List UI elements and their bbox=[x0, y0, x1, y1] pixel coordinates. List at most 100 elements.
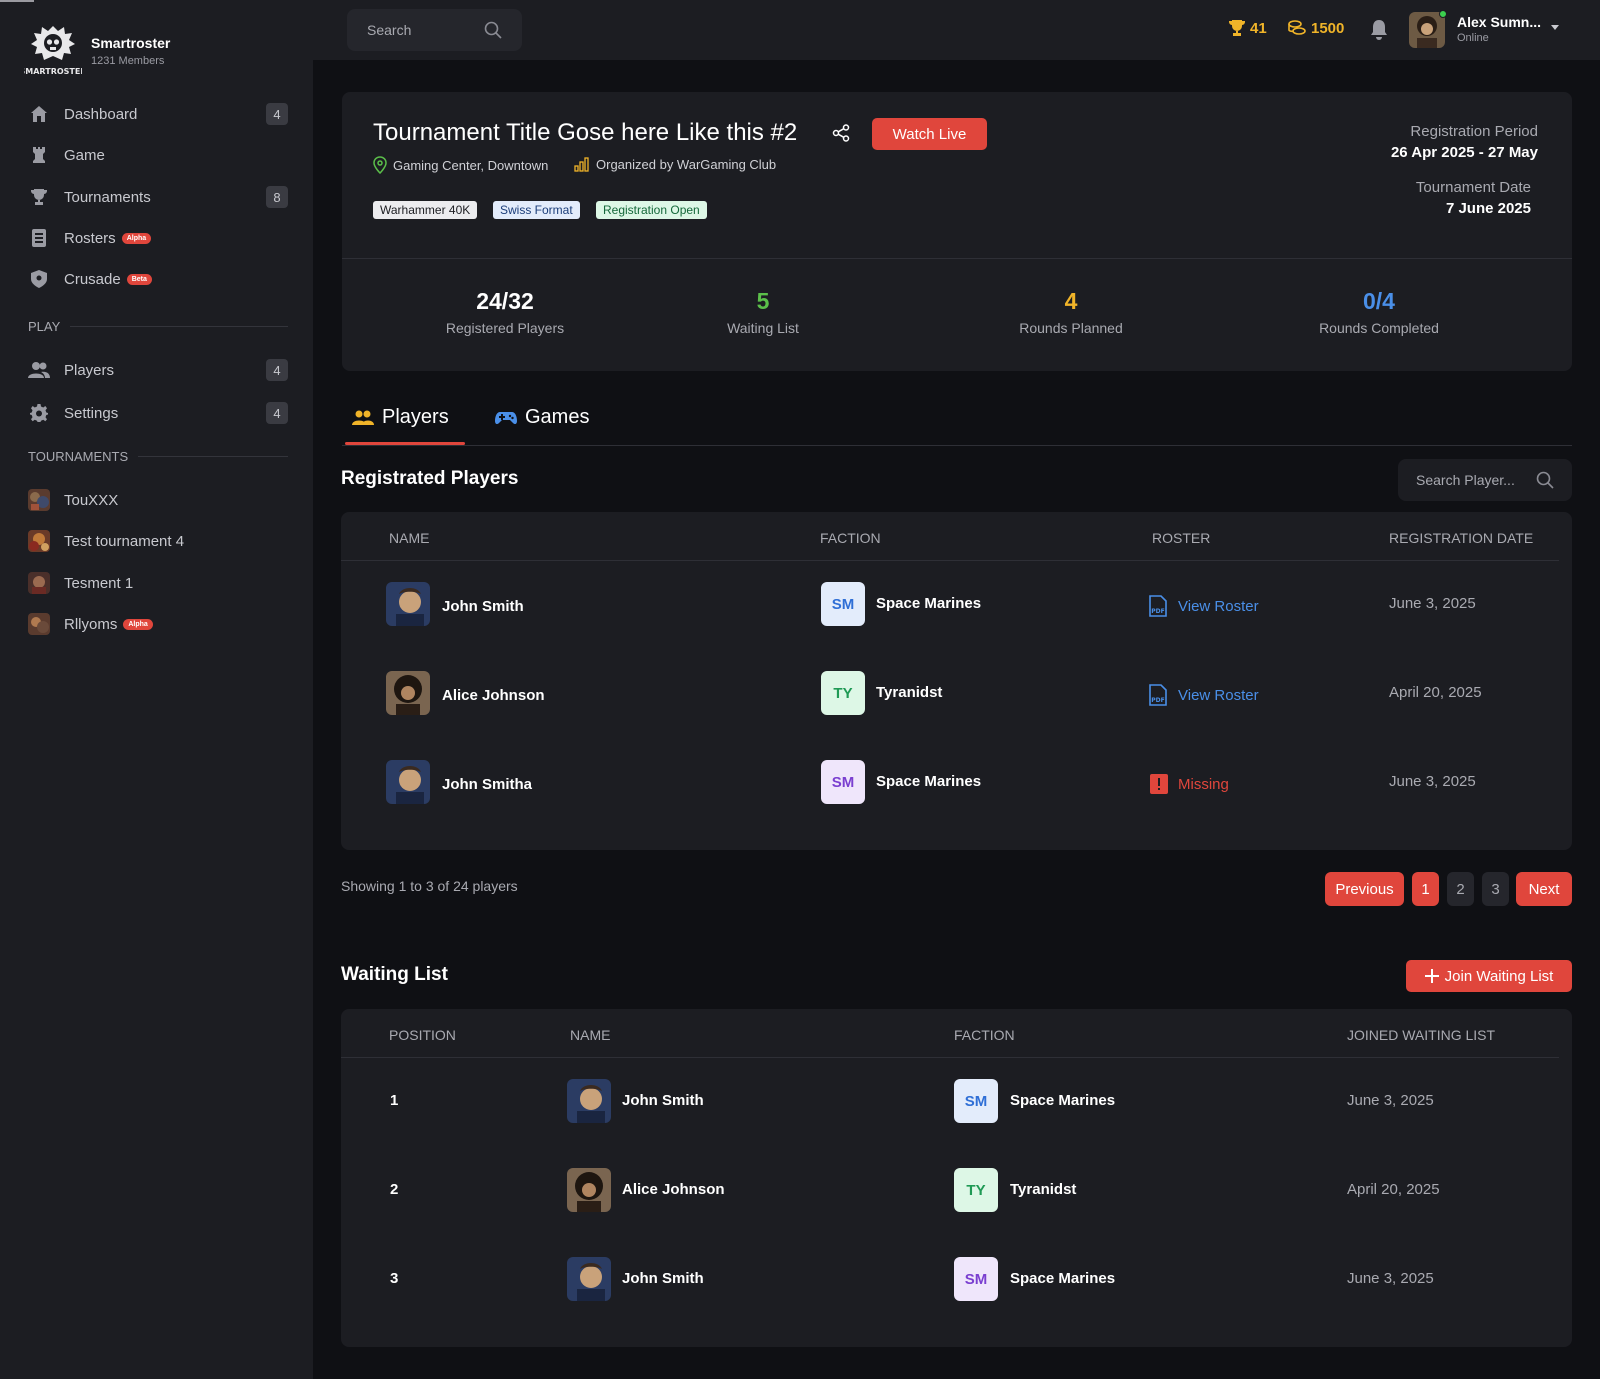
global-search-input[interactable]: Search bbox=[347, 9, 522, 51]
brand[interactable]: SMARTROSTER Smartroster 1231 Members bbox=[24, 22, 170, 80]
column-header[interactable]: JOINED WAITING LIST bbox=[1347, 1027, 1495, 1043]
page-button-1[interactable]: 1 bbox=[1412, 872, 1439, 906]
player-name[interactable]: John Smitha bbox=[442, 776, 532, 793]
waiting-list-title: Waiting List bbox=[341, 964, 448, 985]
sidebar-item-rosters[interactable]: Rosters Alpha bbox=[28, 222, 288, 254]
player-avatar[interactable] bbox=[567, 1168, 611, 1212]
column-header[interactable]: NAME bbox=[570, 1027, 610, 1043]
sidebar-item-dashboard[interactable]: Dashboard 4 bbox=[28, 98, 288, 130]
count-badge: 4 bbox=[266, 359, 288, 381]
player-avatar[interactable] bbox=[567, 1257, 611, 1301]
user-name[interactable]: Alex Sumn... bbox=[1457, 14, 1541, 30]
stat-waiting-list: 5 Waiting List bbox=[727, 288, 799, 336]
share-icon[interactable] bbox=[832, 124, 850, 142]
chess-rook-icon bbox=[28, 144, 50, 166]
stat-rounds-planned: 4 Rounds Planned bbox=[1019, 288, 1123, 336]
tab-games[interactable]: Games bbox=[495, 406, 589, 429]
player-avatar[interactable] bbox=[386, 582, 430, 626]
pdf-icon: PDF bbox=[1149, 595, 1167, 617]
player-name[interactable]: Alice Johnson bbox=[442, 687, 545, 704]
coin-counter[interactable]: 1500 bbox=[1287, 19, 1344, 37]
tournament-date-value: 7 June 2025 bbox=[1445, 200, 1531, 217]
member-count: 1231 Members bbox=[91, 55, 165, 67]
online-status-dot bbox=[1439, 10, 1447, 18]
users-icon bbox=[352, 410, 374, 425]
sidebar-item-label: Tesment 1 bbox=[64, 574, 134, 592]
column-header[interactable]: NAME bbox=[389, 530, 429, 546]
count-badge: 4 bbox=[266, 103, 288, 125]
join-waiting-list-button[interactable]: Join Waiting List bbox=[1406, 960, 1572, 992]
search-icon bbox=[1536, 471, 1554, 489]
tournament-title: Tournament Title Gose here Like this #2 bbox=[373, 119, 798, 146]
home-icon bbox=[28, 103, 50, 125]
shield-icon bbox=[28, 268, 50, 290]
registration-status-tag: Registration Open bbox=[596, 201, 707, 219]
player-search-input[interactable]: Search Player... bbox=[1398, 459, 1572, 501]
bell-icon[interactable] bbox=[1370, 19, 1388, 41]
search-icon bbox=[484, 21, 502, 39]
tabs-divider bbox=[342, 445, 1572, 446]
svg-text:PDF: PDF bbox=[1151, 608, 1164, 615]
sidebar-item-crusade[interactable]: Crusade Beta bbox=[28, 263, 288, 295]
next-page-button[interactable]: Next bbox=[1516, 872, 1572, 906]
player-avatar[interactable] bbox=[386, 671, 430, 715]
sidebar-item-game[interactable]: Game bbox=[28, 139, 288, 171]
svg-text:SMARTROSTER: SMARTROSTER bbox=[24, 67, 82, 76]
sidebar-item-label: Rosters bbox=[64, 229, 116, 247]
watch-live-button[interactable]: Watch Live bbox=[872, 118, 987, 150]
sidebar-item-settings[interactable]: Settings 4 bbox=[28, 397, 288, 429]
bar-chart-icon bbox=[574, 157, 589, 172]
list-icon bbox=[28, 227, 50, 249]
view-roster-link[interactable]: PDF View Roster bbox=[1148, 595, 1259, 617]
faction-badge: SM bbox=[954, 1257, 998, 1301]
sidebar-item-label: Tournaments bbox=[64, 188, 151, 206]
tournament-avatar bbox=[28, 613, 50, 635]
sidebar-item-tournaments[interactable]: Tournaments 8 bbox=[28, 181, 288, 213]
tab-players[interactable]: Players bbox=[352, 406, 449, 429]
sidebar: SMARTROSTER Smartroster 1231 Members Das… bbox=[0, 0, 313, 1379]
coins-icon bbox=[1288, 20, 1306, 35]
page-button-3[interactable]: 3 bbox=[1482, 872, 1509, 906]
stat-rounds-completed: 0/4 Rounds Completed bbox=[1319, 288, 1439, 336]
tournament-date-label: Tournament Date bbox=[1415, 179, 1531, 196]
faction-name: Space Marines bbox=[876, 595, 982, 612]
trophy-counter[interactable]: 41 bbox=[1228, 19, 1267, 37]
column-header[interactable]: REGISTRATION DATE bbox=[1389, 530, 1533, 546]
column-header[interactable]: FACTION bbox=[954, 1027, 1015, 1043]
page-button-2[interactable]: 2 bbox=[1447, 872, 1474, 906]
sidebar-tournament-tesment-1[interactable]: Tesment 1 bbox=[28, 567, 288, 599]
user-avatar[interactable] bbox=[1409, 12, 1445, 48]
player-avatar[interactable] bbox=[386, 760, 430, 804]
registration-period-value: 26 Apr 2025 - 27 May bbox=[1390, 144, 1538, 161]
alpha-badge: Alpha bbox=[121, 232, 152, 244]
player-name[interactable]: John Smith bbox=[442, 598, 524, 615]
view-roster-link[interactable]: PDF View Roster bbox=[1148, 684, 1259, 706]
sidebar-tournament-touxxx[interactable]: TouXXX bbox=[28, 484, 288, 516]
faction-badge: SM bbox=[821, 760, 865, 804]
sidebar-tournament-test-4[interactable]: Test tournament 4 bbox=[28, 525, 288, 557]
registration-date: June 3, 2025 bbox=[1389, 773, 1476, 790]
player-avatar[interactable] bbox=[567, 1079, 611, 1123]
player-search-placeholder: Search Player... bbox=[1416, 472, 1515, 488]
sidebar-tournament-rllyoms[interactable]: Rllyoms Alpha bbox=[28, 608, 288, 640]
faction-badge: TY bbox=[954, 1168, 998, 1212]
alert-icon bbox=[1150, 774, 1168, 794]
column-header[interactable]: POSITION bbox=[389, 1027, 456, 1043]
play-section-heading: PLAY bbox=[28, 319, 288, 334]
sidebar-item-players[interactable]: Players 4 bbox=[28, 354, 288, 386]
top-accent-line bbox=[0, 0, 34, 2]
player-name[interactable]: John Smith bbox=[622, 1270, 704, 1287]
player-name[interactable]: Alice Johnson bbox=[622, 1181, 725, 1198]
waiting-position: 3 bbox=[390, 1270, 399, 1287]
trophy-icon bbox=[28, 186, 50, 208]
missing-roster-status: Missing bbox=[1150, 773, 1229, 795]
column-header[interactable]: ROSTER bbox=[1152, 530, 1210, 546]
player-name[interactable]: John Smith bbox=[622, 1092, 704, 1109]
chevron-down-icon[interactable] bbox=[1550, 24, 1560, 32]
sidebar-item-label: Game bbox=[64, 146, 105, 164]
header-divider bbox=[341, 1057, 1559, 1058]
previous-page-button[interactable]: Previous bbox=[1325, 872, 1404, 906]
tournament-header-card: Tournament Title Gose here Like this #2 … bbox=[342, 92, 1572, 371]
sidebar-item-label: TouXXX bbox=[64, 491, 119, 509]
column-header[interactable]: FACTION bbox=[820, 530, 881, 546]
